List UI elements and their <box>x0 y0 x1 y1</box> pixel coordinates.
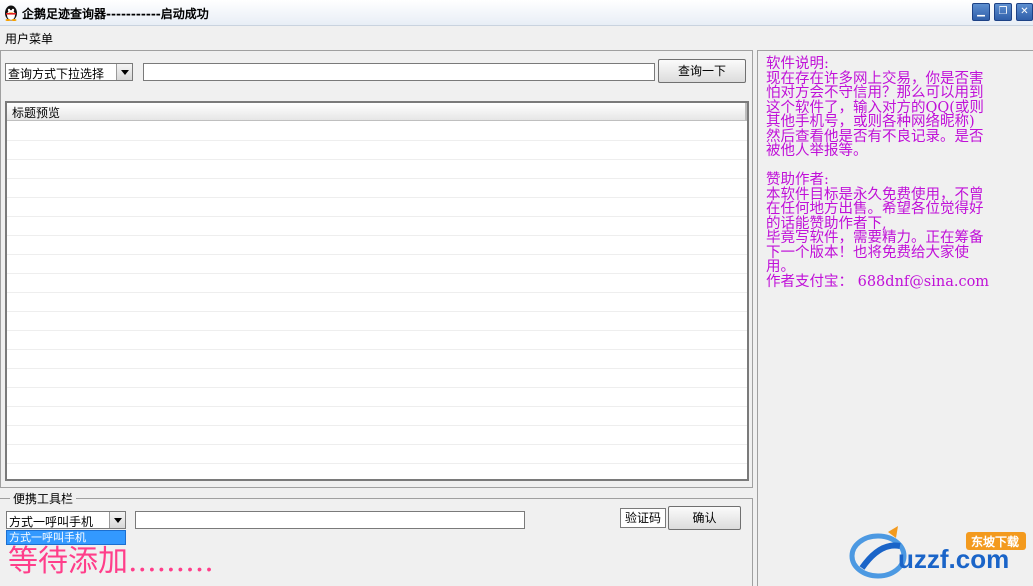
confirm-button[interactable]: 确认 <box>668 506 741 530</box>
restore-icon: ❐ <box>998 6 1008 17</box>
row-separator <box>7 235 747 236</box>
row-separator <box>7 197 747 198</box>
menu-user[interactable]: 用户菜单 <box>5 30 53 47</box>
chevron-down-icon[interactable] <box>109 512 125 528</box>
row-separator <box>7 463 747 464</box>
list-header[interactable]: 标题预览 <box>7 103 747 121</box>
row-separator <box>7 311 747 312</box>
close-icon: ✕ <box>1020 6 1029 17</box>
query-mode-value: 查询方式下拉选择 <box>8 67 105 81</box>
chevron-down-icon[interactable] <box>116 64 132 80</box>
row-separator <box>7 425 747 426</box>
row-separator <box>7 216 747 217</box>
about-line: 被他人举报等。 <box>766 143 868 159</box>
minimize-button[interactable]: ▁ <box>972 3 990 21</box>
waiting-message: 等待添加......... <box>8 544 214 579</box>
method-input[interactable] <box>135 511 525 529</box>
row-separator <box>7 273 747 274</box>
info-text: 软件说明: 现在存在许多网上交易，你是否害 怕对方会不守信用？那么可以用到 这个… <box>766 57 1028 289</box>
query-button[interactable]: 查询一下 <box>658 59 746 83</box>
captcha-field[interactable]: 验证码 <box>620 508 666 528</box>
about-line: 这个软件了，输入对方的QQ(或则 <box>766 99 984 116</box>
sponsor-line: 用。 <box>766 259 795 275</box>
uzzf-logo: uzzf.com 东坡下载 <box>849 526 1026 579</box>
menu-bar: 用户菜单 <box>0 26 1033 48</box>
alipay-line: 作者支付宝： 688dnf@sina.com <box>766 273 990 290</box>
sponsor-line: 本软件目标是永久免费使用，不曾 <box>766 186 984 203</box>
window-title: 企鹅足迹查询器-----------启动成功 <box>22 7 209 21</box>
query-mode-select[interactable]: 查询方式下拉选择 <box>5 63 133 81</box>
row-separator <box>7 254 747 255</box>
about-line: 怕对方会不守信用？那么可以用到 <box>766 85 984 101</box>
row-separator <box>7 330 747 331</box>
row-separator <box>7 406 747 407</box>
sponsor-line: 毕竟写软件，需要精力。正在筹备 <box>766 230 984 246</box>
column-separator <box>745 103 747 121</box>
restore-button[interactable]: ❐ <box>994 3 1012 21</box>
row-separator <box>7 444 747 445</box>
row-separator <box>7 349 747 350</box>
sponsor-heading: 赞助作者: <box>766 172 829 188</box>
row-separator <box>7 387 747 388</box>
row-separator <box>7 140 747 141</box>
close-button[interactable]: ✕ <box>1016 3 1033 21</box>
sponsor-line: 下一个版本！也将免费给大家使 <box>766 244 969 261</box>
row-separator <box>7 159 747 160</box>
query-input[interactable] <box>143 63 655 81</box>
minimize-icon: ▁ <box>977 6 985 17</box>
sponsor-line: 的话能赞助作者下, <box>766 215 887 232</box>
toolbar-legend: 便携工具栏 <box>10 490 77 507</box>
about-line: 其他手机号，或则各种网络昵称) <box>766 114 975 130</box>
watermark-badge: 东坡下载 <box>971 534 1019 549</box>
column-header-title-preview: 标题预览 <box>12 106 61 120</box>
about-line: 然后查看他是否有不良记录。是否 <box>766 128 984 145</box>
penguin-icon <box>5 5 17 21</box>
method-select[interactable]: 方式一呼叫手机 <box>6 511 126 529</box>
row-separator <box>7 292 747 293</box>
about-heading: 软件说明: <box>766 56 829 72</box>
method-option-item[interactable]: 方式一呼叫手机 <box>6 530 126 545</box>
row-separator <box>7 178 747 179</box>
results-list[interactable]: 标题预览 <box>5 101 749 481</box>
sponsor-line: 在任何地方出售。希望各位觉得好 <box>766 201 984 217</box>
title-bar[interactable]: 企鹅足迹查询器-----------启动成功 ▁ ❐ ✕ <box>0 0 1033 26</box>
method-select-value: 方式一呼叫手机 <box>9 515 94 529</box>
row-separator <box>7 368 747 369</box>
about-line: 现在存在许多网上交易，你是否害 <box>766 70 984 87</box>
